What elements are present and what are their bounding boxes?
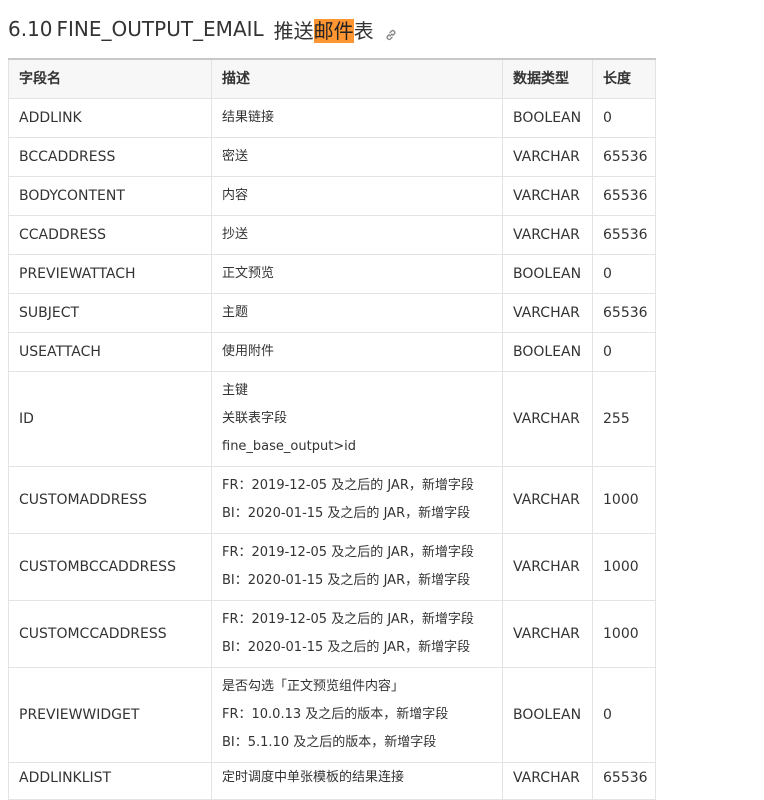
field-description: 正文预览 — [211, 254, 503, 294]
field-description: 是否勾选「正文预览组件内容」 FR：10.0.13 及之后的版本，新增字段 BI… — [211, 667, 503, 763]
field-type: VARCHAR — [502, 533, 593, 601]
description-line: 定时调度中单张模板的结果连接 — [222, 770, 405, 785]
field-name: BODYCONTENT — [8, 176, 212, 216]
field-type: VARCHAR — [502, 762, 593, 800]
header-field-name: 字段名 — [8, 58, 212, 99]
description-line: BI：2020-01-15 及之后的 JAR，新增字段 — [222, 640, 471, 655]
table-row: USEATTACH 使用附件 BOOLEAN 0 — [8, 332, 656, 372]
field-description: 定时调度中单张模板的结果连接 — [211, 762, 503, 800]
field-length: 65536 — [592, 293, 656, 333]
field-type: VARCHAR — [502, 215, 593, 255]
field-length: 1000 — [592, 533, 656, 601]
description-line: 结果链接 — [222, 110, 275, 125]
section-number: 6.10 — [8, 17, 53, 41]
table-row: CUSTOMBCCADDRESS FR：2019-12-05 及之后的 JAR，… — [8, 533, 656, 601]
field-name: PREVIEWWIDGET — [8, 667, 212, 763]
description-line: 密送 — [222, 149, 249, 164]
field-length: 65536 — [592, 762, 656, 800]
field-description: 主题 — [211, 293, 503, 333]
field-length: 1000 — [592, 466, 656, 534]
field-name: BCCADDRESS — [8, 137, 212, 177]
field-length: 255 — [592, 371, 656, 467]
header-data-type: 数据类型 — [502, 58, 593, 99]
field-type: VARCHAR — [502, 176, 593, 216]
field-description: 内容 — [211, 176, 503, 216]
search-highlight: 邮件 — [313, 18, 354, 43]
description-line: FR：2019-12-05 及之后的 JAR，新增字段 — [222, 478, 474, 493]
field-description: 密送 — [211, 137, 503, 177]
field-description: FR：2019-12-05 及之后的 JAR，新增字段 BI：2020-01-1… — [211, 466, 503, 534]
description-line: 主题 — [222, 305, 249, 320]
field-name: SUBJECT — [8, 293, 212, 333]
field-type: VARCHAR — [502, 293, 593, 333]
link-icon[interactable] — [384, 23, 398, 41]
description-line: 使用附件 — [222, 344, 275, 359]
field-length: 65536 — [592, 215, 656, 255]
description-line: 主键 — [222, 383, 249, 398]
field-name: CUSTOMADDRESS — [8, 466, 212, 534]
description-line: 抄送 — [222, 227, 249, 242]
field-description: 抄送 — [211, 215, 503, 255]
header-description: 描述 — [211, 58, 503, 99]
table-row: CCADDRESS 抄送 VARCHAR 65536 — [8, 215, 656, 255]
field-name: CUSTOMBCCADDRESS — [8, 533, 212, 601]
description-line: FR：2019-12-05 及之后的 JAR，新增字段 — [222, 612, 474, 627]
field-type: BOOLEAN — [502, 332, 593, 372]
field-name: ID — [8, 371, 212, 467]
description-line: BI：2020-01-15 及之后的 JAR，新增字段 — [222, 573, 471, 588]
field-description: FR：2019-12-05 及之后的 JAR，新增字段 BI：2020-01-1… — [211, 533, 503, 601]
field-type: VARCHAR — [502, 600, 593, 668]
table-row: PREVIEWWIDGET 是否勾选「正文预览组件内容」 FR：10.0.13 … — [8, 667, 656, 763]
field-type: VARCHAR — [502, 371, 593, 467]
table-title-cn: 推送邮件表 — [274, 15, 374, 44]
description-line: 关联表字段 — [222, 411, 288, 426]
field-description: 结果链接 — [211, 98, 503, 138]
table-name: FINE_OUTPUT_EMAIL — [56, 17, 264, 41]
field-description: FR：2019-12-05 及之后的 JAR，新增字段 BI：2020-01-1… — [211, 600, 503, 668]
field-name: CCADDRESS — [8, 215, 212, 255]
description-line: 是否勾选「正文预览组件内容」 — [222, 679, 405, 694]
description-line: BI：2020-01-15 及之后的 JAR，新增字段 — [222, 506, 471, 521]
field-name: ADDLINK — [8, 98, 212, 138]
field-length: 1000 — [592, 600, 656, 668]
table-row: BODYCONTENT 内容 VARCHAR 65536 — [8, 176, 656, 216]
field-length: 65536 — [592, 176, 656, 216]
table-row: ADDLINK 结果链接 BOOLEAN 0 — [8, 98, 656, 138]
field-name: PREVIEWATTACH — [8, 254, 212, 294]
description-line: BI：5.1.10 及之后的版本，新增字段 — [222, 735, 437, 750]
table-row: BCCADDRESS 密送 VARCHAR 65536 — [8, 137, 656, 177]
table-row: PREVIEWATTACH 正文预览 BOOLEAN 0 — [8, 254, 656, 294]
field-name: CUSTOMCCADDRESS — [8, 600, 212, 668]
field-name: USEATTACH — [8, 332, 212, 372]
field-length: 65536 — [592, 137, 656, 177]
header-length: 长度 — [592, 58, 656, 99]
section-heading: 6.10 FINE_OUTPUT_EMAIL 推送邮件表 — [8, 13, 398, 45]
field-type: VARCHAR — [502, 466, 593, 534]
description-line: FR：2019-12-05 及之后的 JAR，新增字段 — [222, 545, 474, 560]
field-description: 使用附件 — [211, 332, 503, 372]
field-type: BOOLEAN — [502, 98, 593, 138]
field-length: 0 — [592, 254, 656, 294]
field-type: BOOLEAN — [502, 254, 593, 294]
field-length: 0 — [592, 98, 656, 138]
table-header-row: 字段名 描述 数据类型 长度 — [8, 58, 656, 99]
table-row: SUBJECT 主题 VARCHAR 65536 — [8, 293, 656, 333]
table-row: CUSTOMADDRESS FR：2019-12-05 及之后的 JAR，新增字… — [8, 466, 656, 534]
table-row: CUSTOMCCADDRESS FR：2019-12-05 及之后的 JAR，新… — [8, 600, 656, 668]
title-suffix: 表 — [353, 18, 374, 43]
field-length: 0 — [592, 332, 656, 372]
field-type: VARCHAR — [502, 137, 593, 177]
field-length: 0 — [592, 667, 656, 763]
field-table: 字段名 描述 数据类型 长度 ADDLINK 结果链接 BOOLEAN 0 BC… — [8, 58, 656, 800]
title-prefix: 推送 — [273, 18, 314, 43]
description-line: 正文预览 — [222, 266, 275, 281]
field-type: BOOLEAN — [502, 667, 593, 763]
field-name: ADDLINKLIST — [8, 762, 212, 800]
description-line: 内容 — [222, 188, 249, 203]
description-line: FR：10.0.13 及之后的版本，新增字段 — [222, 707, 449, 722]
table-row: ADDLINKLIST 定时调度中单张模板的结果连接 VARCHAR 65536 — [8, 762, 656, 800]
field-description: 主键 关联表字段 fine_base_output>id — [211, 371, 503, 467]
description-line: fine_base_output>id — [222, 439, 357, 454]
table-row: ID 主键 关联表字段 fine_base_output>id VARCHAR … — [8, 371, 656, 467]
